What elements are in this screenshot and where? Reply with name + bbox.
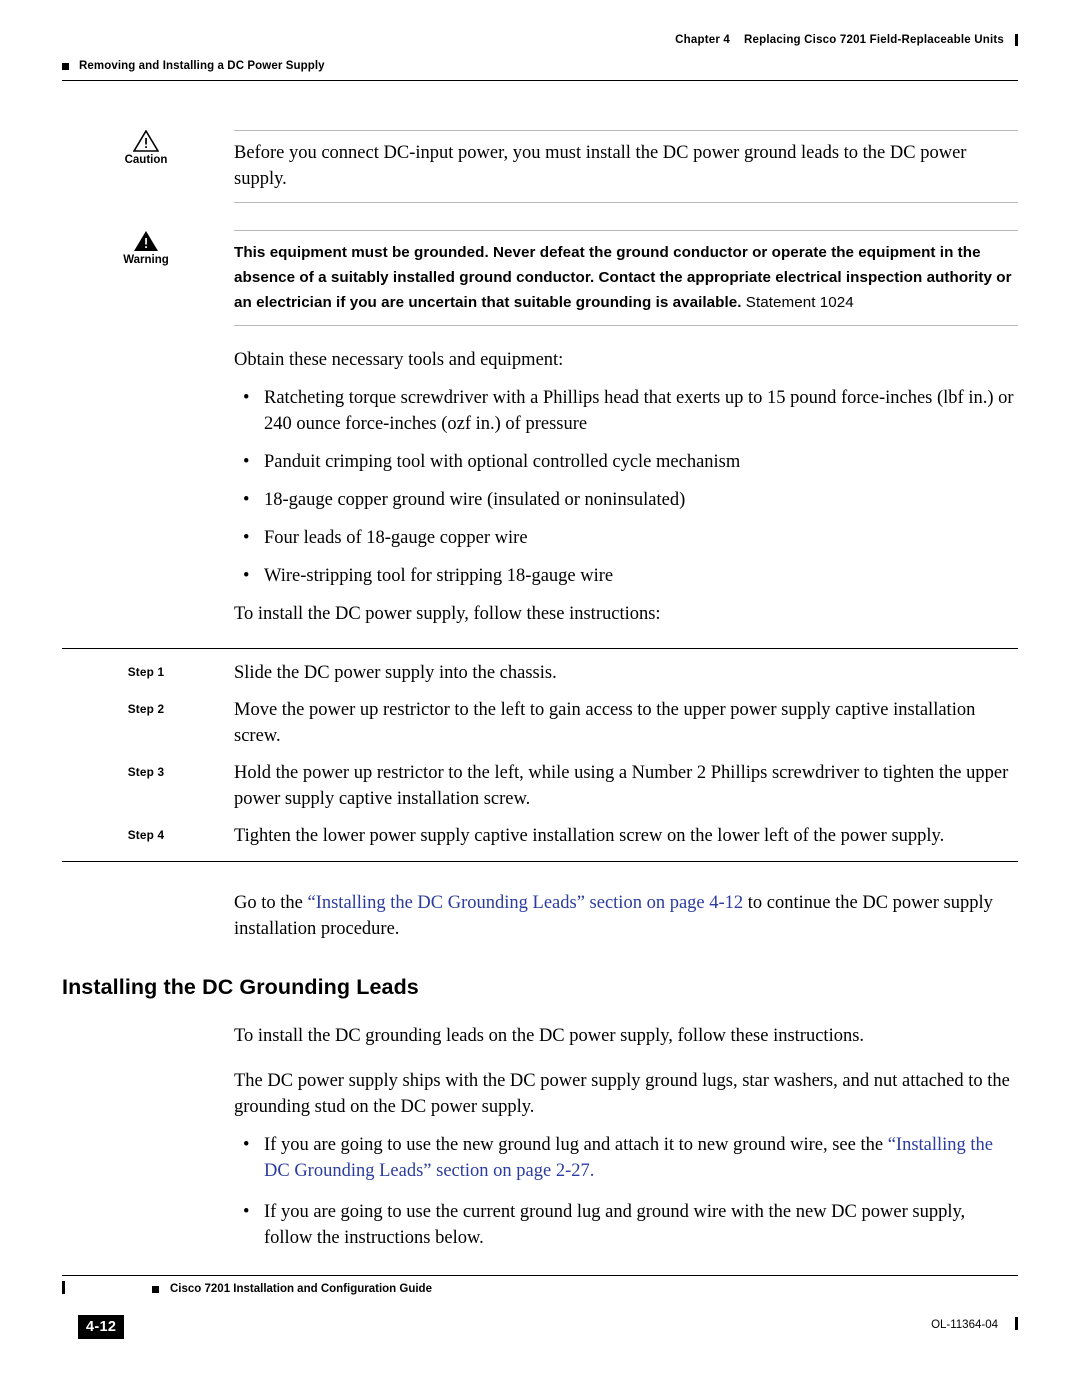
step-label: Step 1 bbox=[127, 665, 165, 679]
tools-block: Obtain these necessary tools and equipme… bbox=[234, 347, 1018, 627]
bullet1-prefix: If you are going to use the new ground l… bbox=[264, 1135, 888, 1155]
bullet-dot-icon: • bbox=[243, 1202, 250, 1222]
header-running-head-text: Removing and Installing a DC Power Suppl… bbox=[79, 60, 325, 72]
steps-table: Step 1 Slide the DC power supply into th… bbox=[62, 660, 1018, 849]
square-bullet-icon bbox=[152, 1286, 159, 1293]
step-text: Tighten the lower power supply captive i… bbox=[234, 826, 945, 846]
step-label: Step 4 bbox=[127, 828, 165, 842]
header-running-head: Removing and Installing a DC Power Suppl… bbox=[62, 60, 325, 72]
page-number-badge: 4-12 bbox=[78, 1315, 125, 1339]
tools-intro: Obtain these necessary tools and equipme… bbox=[234, 350, 564, 370]
page-header: Chapter 4 Replacing Cisco 7201 Field-Rep… bbox=[62, 34, 1018, 82]
warning-text: This equipment must be grounded. Never d… bbox=[234, 244, 1012, 311]
steps-bottom-rule bbox=[62, 861, 1018, 862]
section-paragraph-1: To install the DC grounding leads on the… bbox=[234, 1026, 865, 1046]
footer-doc-number: OL-11364-04 bbox=[931, 1319, 998, 1331]
list-item-text: If you are going to use the new ground l… bbox=[264, 1135, 993, 1181]
goto-block: Go to the “Installing the DC Grounding L… bbox=[234, 890, 1018, 942]
list-item: • 18-gauge copper ground wire (insulated … bbox=[234, 487, 1018, 513]
list-item: • Panduit crimping tool with optional con… bbox=[234, 449, 1018, 475]
caution-bottom-rule bbox=[234, 202, 1018, 203]
list-item-text: Wire-stripping tool for stripping 18-gau… bbox=[264, 566, 614, 586]
warning-bottom-rule bbox=[234, 325, 1018, 326]
warning-notice: Warning This equipment must be grounded.… bbox=[62, 230, 1018, 326]
list-item-text: 18-gauge copper ground wire (insulated o… bbox=[264, 490, 686, 510]
tools-outro: To install the DC power supply, follow t… bbox=[234, 604, 661, 624]
header-divider bbox=[62, 80, 1018, 81]
header-vertical-rule bbox=[1015, 34, 1018, 46]
header-chapter-line: Chapter 4 Replacing Cisco 7201 Field-Rep… bbox=[675, 34, 1018, 46]
footer-vertical-rule bbox=[1015, 1317, 1018, 1330]
caution-label-block: Caution bbox=[62, 130, 230, 203]
step-label: Step 3 bbox=[127, 765, 165, 779]
list-item: • If you are going to use the current gr… bbox=[234, 1199, 1018, 1251]
caution-triangle-icon bbox=[133, 130, 159, 152]
header-chapter-number: Chapter 4 bbox=[675, 34, 731, 46]
bullet-dot-icon: • bbox=[243, 388, 250, 408]
caution-notice: Caution Before you connect DC-input powe… bbox=[62, 130, 1018, 203]
caution-body: Before you connect DC-input power, you m… bbox=[230, 130, 1018, 203]
step-row: Step 4 Tighten the lower power supply ca… bbox=[62, 823, 1018, 849]
step-text: Hold the power up restrictor to the left… bbox=[234, 763, 1009, 809]
warning-label: Warning bbox=[123, 254, 169, 266]
section-list: • If you are going to use the new ground… bbox=[234, 1132, 1018, 1251]
warning-body: This equipment must be grounded. Never d… bbox=[230, 230, 1018, 326]
bullet1-suffix: . bbox=[589, 1161, 595, 1181]
document-page: Chapter 4 Replacing Cisco 7201 Field-Rep… bbox=[0, 0, 1080, 1397]
footer-left-bar bbox=[62, 1281, 65, 1294]
step-row: Step 3 Hold the power up restrictor to t… bbox=[62, 760, 1018, 812]
section-paragraph-2: The DC power supply ships with the DC po… bbox=[234, 1071, 1010, 1117]
section-body: To install the DC grounding leads on the… bbox=[234, 1023, 1018, 1251]
caution-text: Before you connect DC-input power, you m… bbox=[234, 143, 967, 189]
bullet-dot-icon: • bbox=[243, 452, 250, 472]
warning-triangle-icon bbox=[133, 230, 159, 252]
bullet-dot-icon: • bbox=[243, 566, 250, 586]
bullet-dot-icon: • bbox=[243, 490, 250, 510]
step-row: Step 1 Slide the DC power supply into th… bbox=[62, 660, 1018, 686]
bullet-dot-icon: • bbox=[243, 1135, 250, 1155]
steps-top-rule bbox=[62, 648, 1018, 649]
list-item-text: Panduit crimping tool with optional cont… bbox=[264, 452, 741, 472]
warning-triangle-svg bbox=[134, 231, 158, 251]
footer-divider bbox=[62, 1275, 1018, 1276]
step-row: Step 2 Move the power up restrictor to t… bbox=[62, 697, 1018, 749]
caution-label: Caution bbox=[124, 154, 168, 166]
list-item: • Ratcheting torque screwdriver with a Ph… bbox=[234, 385, 1018, 437]
list-item-text: If you are going to use the current grou… bbox=[264, 1202, 966, 1248]
list-item: • Wire-stripping tool for stripping 18-ga… bbox=[234, 563, 1018, 589]
section-heading: Installing the DC Grounding Leads bbox=[62, 975, 419, 999]
list-item-text: Ratcheting torque screwdriver with a Phi… bbox=[264, 388, 1014, 434]
list-item: • Four leads of 18-gauge copper wire bbox=[234, 525, 1018, 551]
page-content: Caution Before you connect DC-input powe… bbox=[62, 130, 1018, 1251]
step-text: Slide the DC power supply into the chass… bbox=[234, 663, 557, 683]
step-text: Move the power up restrictor to the left… bbox=[234, 700, 976, 746]
steps-block: Step 1 Slide the DC power supply into th… bbox=[62, 648, 1018, 862]
warning-label-block: Warning bbox=[62, 230, 230, 326]
footer-guide-title: Cisco 7201 Installation and Configuratio… bbox=[170, 1283, 432, 1295]
goto-prefix: Go to the bbox=[234, 893, 308, 913]
goto-paragraph: Go to the “Installing the DC Grounding L… bbox=[234, 890, 1018, 942]
warning-statement: Statement 1024 bbox=[745, 294, 854, 311]
list-item: • If you are going to use the new ground… bbox=[234, 1132, 1018, 1184]
square-bullet-icon bbox=[62, 62, 69, 70]
header-chapter-title: Replacing Cisco 7201 Field-Replaceable U… bbox=[744, 34, 1004, 46]
list-item-text: Four leads of 18-gauge copper wire bbox=[264, 528, 528, 548]
step-label: Step 2 bbox=[127, 702, 165, 716]
page-footer: Cisco 7201 Installation and Configuratio… bbox=[62, 1275, 1018, 1345]
tools-list: • Ratcheting torque screwdriver with a Ph… bbox=[234, 385, 1018, 589]
goto-link[interactable]: “Installing the DC Grounding Leads” sect… bbox=[307, 893, 743, 913]
caution-triangle-svg bbox=[133, 130, 159, 152]
bullet-dot-icon: • bbox=[243, 528, 250, 548]
